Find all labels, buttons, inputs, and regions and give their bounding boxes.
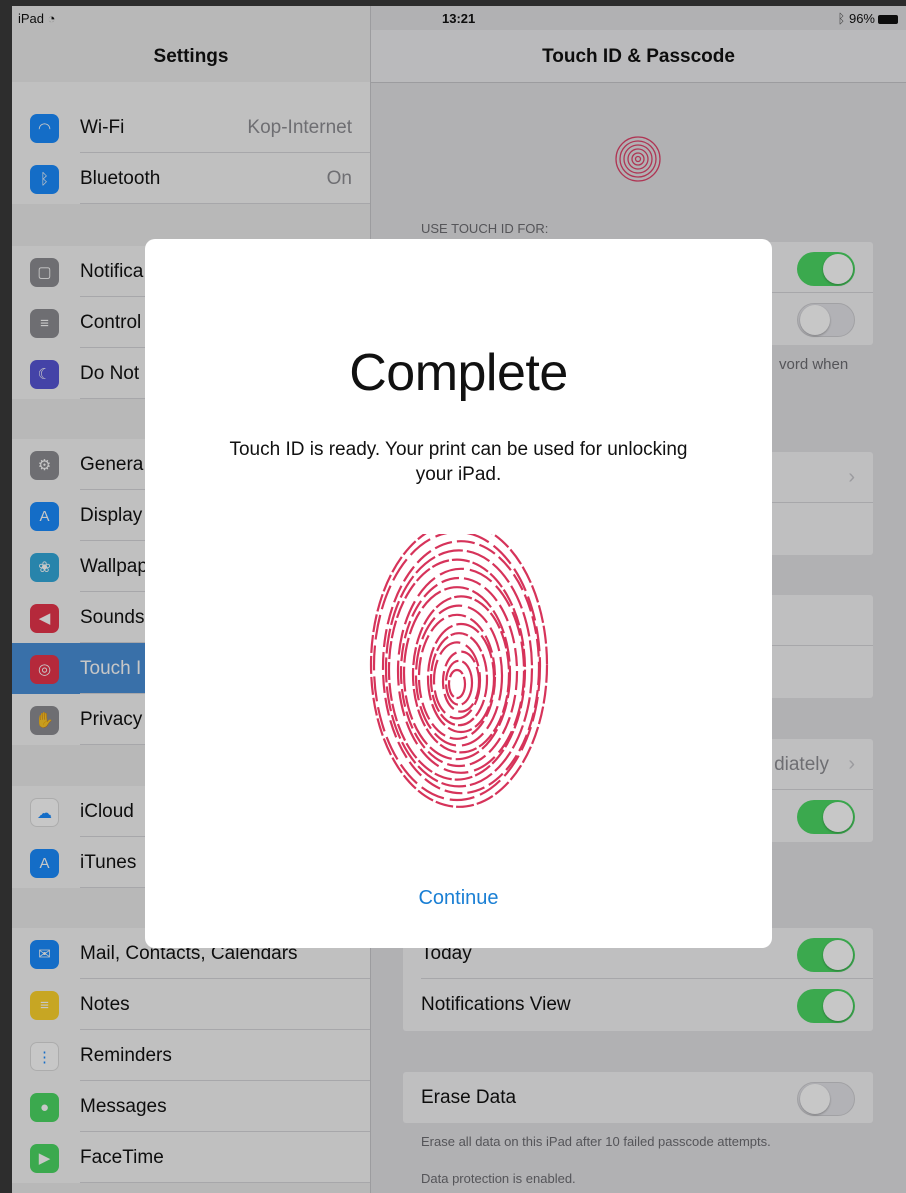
- touch-id-complete-dialog: Complete Touch ID is ready. Your print c…: [145, 239, 772, 948]
- dialog-title: Complete: [349, 344, 568, 402]
- fingerprint-ridge: [447, 668, 467, 700]
- fingerprint-icon: [369, 534, 549, 808]
- dialog-message: Touch ID is ready. Your print can be use…: [229, 439, 688, 485]
- fingerprint-ridge: [381, 540, 541, 795]
- fingerprint-ridge: [426, 622, 496, 734]
- fingerprint-ridge: [432, 641, 482, 720]
- continue-button[interactable]: Continue: [145, 887, 772, 910]
